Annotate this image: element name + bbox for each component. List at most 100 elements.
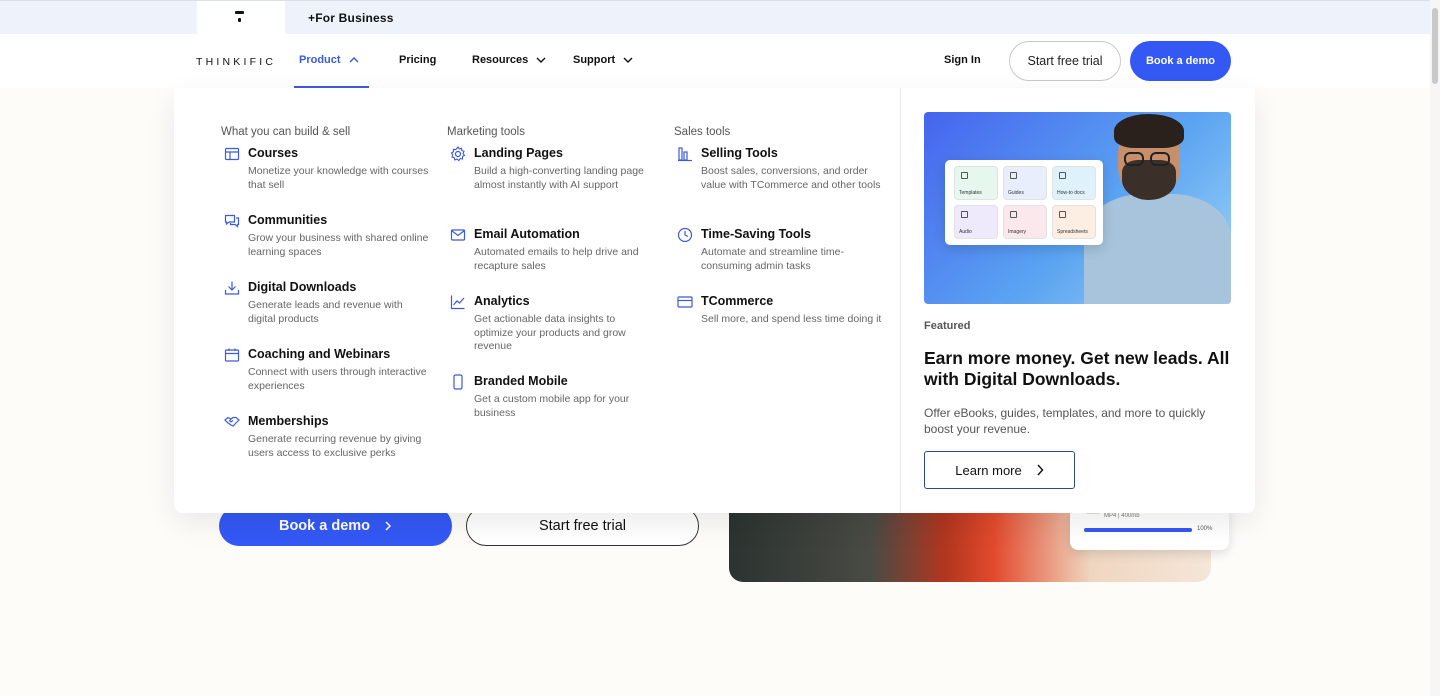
menu-column-marketing: Marketing tools Landing Pages Build a hi…: [447, 126, 644, 419]
nav-support[interactable]: Support: [573, 54, 633, 66]
tile-label: Templates: [959, 190, 982, 196]
analytics-icon: [450, 295, 465, 310]
menu-item-title: Digital Downloads: [248, 280, 357, 294]
menu-item-title: Memberships: [248, 414, 329, 428]
sign-in-link[interactable]: Sign In: [944, 54, 981, 66]
menu-item-landing-pages[interactable]: Landing Pages Build a high-converting la…: [447, 146, 647, 208]
menu-item-title: Time-Saving Tools: [701, 227, 811, 241]
layout-icon: [224, 147, 240, 161]
learn-more-label: Learn more: [955, 462, 1022, 478]
menu-item-desc: Connect with users through interactive e…: [248, 366, 427, 392]
card-icon: [677, 296, 693, 308]
clock-icon: [677, 227, 693, 243]
menu-item-desc: Get actionable data insights to optimize…: [474, 313, 626, 352]
thinkific-t-icon: [235, 11, 245, 23]
menu-item-selling-tools[interactable]: Selling Tools Boost sales, conversions, …: [674, 146, 881, 208]
downloads-card: Templates Guides How-to docs Audio Image…: [945, 160, 1103, 245]
start-free-trial-label: Start free trial: [1027, 54, 1103, 68]
tile-imagery: Imagery: [1003, 205, 1047, 239]
menu-item-tcommerce[interactable]: TCommerce Sell more, and spend less time…: [674, 294, 881, 344]
image-icon: [1010, 211, 1017, 218]
menu-item-desc: Automated emails to help drive and recap…: [474, 246, 639, 272]
gear-icon: [450, 146, 466, 162]
menu-item-email-automation[interactable]: Email Automation Automated emails to hel…: [447, 227, 647, 277]
start-free-trial-button[interactable]: Start free trial: [1009, 41, 1121, 81]
menu-item-desc: Grow your business with shared online le…: [248, 232, 429, 258]
menu-item-desc: Sell more, and spend less time doing it: [701, 313, 882, 325]
menu-column-sales: Sales tools Selling Tools Boost sales, c…: [674, 126, 881, 325]
featured-label: Featured: [924, 320, 971, 332]
menu-item-title: TCommerce: [701, 294, 774, 308]
menu-item-desc: Get a custom mobile app for your busines…: [474, 393, 630, 419]
logo[interactable]: THINKIFIC: [196, 56, 276, 68]
calendar-icon: [224, 348, 240, 362]
menu-item-title: Email Automation: [474, 227, 580, 241]
menu-item-coaching[interactable]: Coaching and Webinars Connect with users…: [221, 347, 427, 397]
menu-item-time-saving-tools[interactable]: Time-Saving Tools Automate and streamlin…: [674, 227, 874, 277]
file-icon: [1010, 172, 1017, 179]
menu-item-desc: Automate and streamline time-consuming a…: [701, 246, 844, 272]
menu-item-branded-mobile[interactable]: Branded Mobile Get a custom mobile app f…: [447, 374, 647, 424]
menu-column-heading: Marketing tools: [447, 126, 525, 138]
nav-support-label: Support: [573, 54, 616, 66]
menu-item-title: Courses: [248, 146, 299, 160]
upload-meta: MP4 | 400mb: [1104, 513, 1140, 519]
nav-product[interactable]: Product: [299, 54, 359, 66]
scrollbar[interactable]: [1430, 0, 1440, 696]
learn-more-button[interactable]: Learn more: [924, 451, 1075, 489]
top-strip: +For Business: [0, 0, 1440, 35]
mic-icon: [961, 211, 968, 218]
menu-item-title: Branded Mobile: [474, 374, 568, 388]
nav-product-label: Product: [299, 54, 341, 66]
file-icon: [961, 172, 968, 179]
tile-label: How-to docs: [1057, 190, 1085, 196]
book-demo-button[interactable]: Book a demo: [1130, 41, 1231, 81]
menu-item-desc: Monetize your knowledge with courses tha…: [248, 165, 429, 191]
tile-how-to-docs: How-to docs: [1052, 166, 1096, 200]
featured-description: Offer eBooks, guides, templates, and mor…: [924, 406, 1206, 436]
download-icon: [224, 281, 240, 295]
hero-book-demo-label: Book a demo: [278, 518, 371, 534]
featured-title: Earn more money. Get new leads. All with…: [924, 348, 1230, 389]
menu-item-desc: Build a high-converting landing page alm…: [474, 165, 644, 191]
for-business-link[interactable]: +For Business: [308, 11, 394, 25]
nav-pricing[interactable]: Pricing: [399, 54, 436, 66]
menu-item-desc: Generate recurring revenue by giving use…: [248, 433, 422, 459]
mail-icon: [450, 229, 466, 241]
tile-label: Imagery: [1008, 229, 1027, 235]
menu-item-title: Coaching and Webinars: [248, 347, 391, 361]
menu-divider: [900, 88, 901, 513]
upload-progress-fill: [1084, 528, 1192, 532]
menu-item-courses[interactable]: Courses Monetize your knowledge with cou…: [221, 146, 428, 196]
mobile-icon: [453, 374, 463, 390]
menu-item-communities[interactable]: Communities Grow your business with shar…: [221, 213, 428, 263]
menu-item-desc: Boost sales, conversions, and order valu…: [701, 165, 881, 191]
pie-icon: [1059, 211, 1066, 218]
menu-item-title: Analytics: [474, 294, 530, 308]
menu-item-desc: Generate leads and revenue with digital …: [248, 299, 403, 325]
file-icon: [1059, 172, 1066, 179]
upload-percent: 100%: [1197, 526, 1213, 532]
handshake-icon: [224, 416, 240, 427]
nav-pricing-label: Pricing: [399, 54, 437, 66]
nav-resources[interactable]: Resources: [472, 54, 546, 66]
menu-item-memberships[interactable]: Memberships Generate recurring revenue b…: [221, 414, 421, 474]
tile-audio: Audio: [954, 205, 998, 239]
chevron-right-icon: [385, 521, 392, 531]
menu-column-build: What you can build & sell Courses Moneti…: [221, 126, 428, 459]
nav-resources-label: Resources: [472, 54, 529, 66]
bar-chart-icon: [678, 147, 692, 162]
menu-item-digital-downloads[interactable]: Digital Downloads Generate leads and rev…: [221, 280, 421, 330]
tile-guides: Guides: [1003, 166, 1047, 200]
tile-templates: Templates: [954, 166, 998, 200]
chevron-right-icon: [1037, 464, 1044, 476]
tile-label: Guides: [1008, 190, 1024, 196]
menu-item-analytics[interactable]: Analytics Get actionable data insights t…: [447, 294, 647, 356]
menu-item-title: Selling Tools: [701, 146, 778, 160]
hero-start-trial-label: Start free trial: [538, 518, 627, 534]
chat-icon: [224, 214, 240, 228]
scrollbar-thumb[interactable]: [1432, 8, 1438, 84]
tile-label: Audio: [959, 229, 972, 235]
product-mega-menu: What you can build & sell Courses Moneti…: [174, 88, 1255, 513]
main-navbar: THINKIFIC Product Pricing Resources Supp…: [0, 34, 1430, 88]
